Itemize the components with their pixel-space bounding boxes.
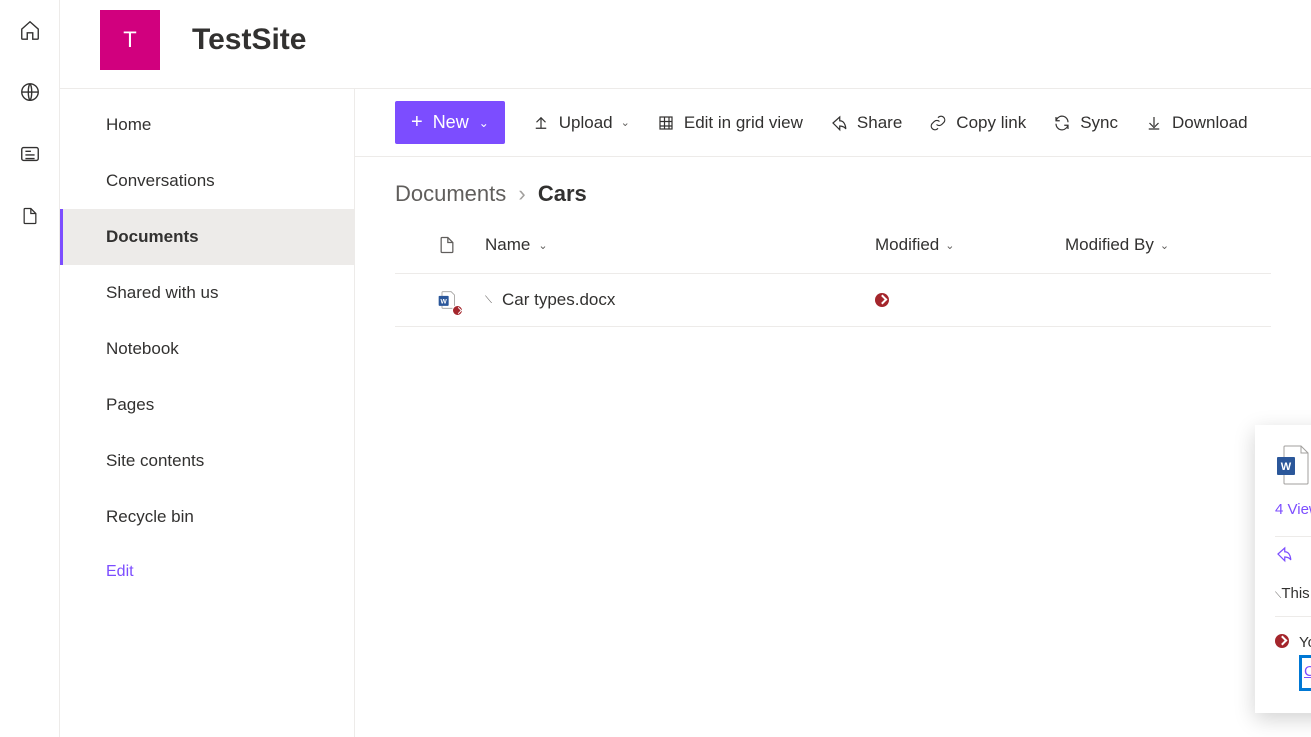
edit-grid-button[interactable]: Edit in grid view [656, 113, 803, 133]
nav-recycle[interactable]: Recycle bin [60, 489, 354, 545]
home-icon[interactable] [18, 18, 42, 42]
column-modified-by[interactable]: Modified By⌄ [1065, 235, 1245, 255]
copy-link-button[interactable]: Copy link [928, 113, 1026, 133]
checkout-message: You checked out this item, so others can… [1299, 634, 1311, 651]
word-icon: W [1275, 445, 1309, 485]
chevron-down-icon: ⌄ [479, 116, 489, 130]
upload-button[interactable]: Upload ⌄ [531, 113, 630, 133]
nav-notebook[interactable]: Notebook [60, 321, 354, 377]
chevron-down-icon: ⌄ [1160, 239, 1169, 252]
checkout-badge-icon [452, 305, 463, 316]
nav-conversations[interactable]: Conversations [60, 153, 354, 209]
chevron-down-icon: ⌄ [621, 116, 630, 129]
new-indicator-icon: ⟍ [485, 295, 492, 306]
new-button[interactable]: + New ⌄ [395, 101, 505, 144]
card-views[interactable]: 4 Views [1275, 501, 1311, 518]
plus-icon: + [411, 111, 423, 134]
checked-out-icon [875, 293, 889, 307]
link-icon [928, 113, 948, 133]
nav-site-contents[interactable]: Site contents [60, 433, 354, 489]
check-in-link[interactable]: Check in [1304, 663, 1311, 680]
file-icon[interactable] [18, 204, 42, 228]
svg-text:W: W [1281, 461, 1292, 473]
nav-home[interactable]: Home [60, 97, 354, 153]
table-row[interactable]: W ⟍ Car types.docx [395, 273, 1271, 327]
upload-icon [531, 113, 551, 133]
chevron-down-icon: ⌄ [945, 239, 954, 252]
list-header: Name⌄ Modified⌄ Modified By⌄ [395, 217, 1271, 273]
app-rail [0, 0, 60, 737]
side-nav: Home Conversations Documents Shared with… [60, 89, 355, 737]
sync-icon [1052, 113, 1072, 133]
breadcrumb-current: Cars [538, 181, 587, 206]
toolbar: + New ⌄ Upload ⌄ Edit in grid view [355, 89, 1311, 157]
column-name[interactable]: Name⌄ [485, 235, 875, 255]
nav-pages[interactable]: Pages [60, 377, 354, 433]
news-icon[interactable] [18, 142, 42, 166]
card-created-text: ⟍This item was created Yesterday at 8:40… [1275, 575, 1311, 617]
grid-icon [656, 113, 676, 133]
sync-button[interactable]: Sync [1052, 113, 1118, 133]
checkin-highlight: Check in [1299, 655, 1311, 691]
new-label: New [433, 112, 469, 133]
chevron-down-icon: ⌄ [538, 239, 547, 252]
download-button[interactable]: Download [1144, 113, 1248, 133]
nav-documents[interactable]: Documents [60, 209, 354, 265]
share-icon[interactable] [1275, 545, 1293, 567]
share-button[interactable]: Share [829, 113, 902, 133]
checked-out-icon [1275, 634, 1289, 648]
column-modified[interactable]: Modified⌄ [875, 235, 1065, 255]
site-header: T TestSite [60, 0, 1311, 89]
file-name: Car types.docx [502, 290, 615, 310]
file-hover-card: W Car types 4 Views See details ⟍This it… [1255, 425, 1311, 713]
breadcrumb-root[interactable]: Documents [395, 181, 506, 206]
breadcrumb: Documents › Cars [355, 157, 1311, 217]
word-icon: W [437, 289, 457, 311]
chevron-right-icon: › [518, 181, 525, 206]
share-icon [829, 113, 849, 133]
nav-edit[interactable]: Edit [60, 545, 354, 599]
svg-text:W: W [441, 298, 448, 305]
download-icon [1144, 113, 1164, 133]
doc-type-icon [437, 235, 457, 255]
site-title: TestSite [192, 23, 306, 57]
nav-shared[interactable]: Shared with us [60, 265, 354, 321]
globe-icon[interactable] [18, 80, 42, 104]
site-tile[interactable]: T [100, 10, 160, 70]
